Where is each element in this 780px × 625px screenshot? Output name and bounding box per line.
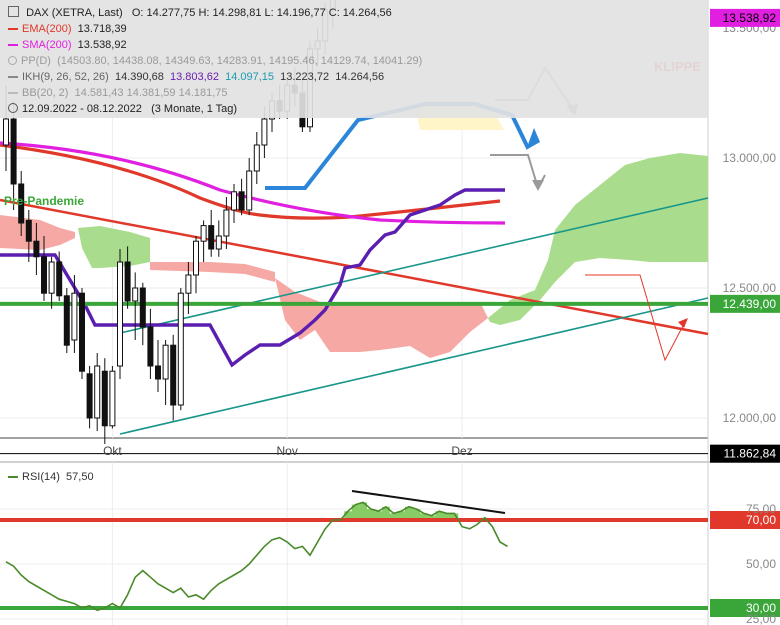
date-tick-label: Okt [103, 444, 122, 458]
candle-body [170, 344, 177, 406]
candle-body [109, 370, 116, 427]
level-tag-4-label: 12.439,00 [723, 297, 777, 311]
candle-body [71, 292, 78, 341]
ikh-swatch-icon [8, 76, 18, 79]
rsi-value: 57,50 [66, 471, 94, 483]
pp-hidden-icon [8, 56, 17, 65]
candle-body [253, 144, 260, 172]
ikh-value-4: 13.223,72 [280, 71, 330, 83]
rsi-legend[interactable]: RSI(14) 57,50 [8, 471, 94, 483]
candle-body [162, 344, 169, 380]
pp-label: PP(D) [21, 55, 51, 67]
chart-root: KLIPPEPre-Pandemie 12.000,0012.500,0013.… [0, 0, 780, 625]
ikh-value-3: 14.097,15 [225, 71, 275, 83]
price-tick-label: 12.000,00 [723, 411, 777, 425]
candle-body [41, 256, 47, 294]
legend-symbol-row: DAX (XETRA, Last) O: 14.277,75 H: 14.298… [8, 6, 392, 19]
candle-body [147, 326, 154, 367]
sma-value: 13.538,92 [77, 39, 127, 51]
bb-label: BB(20, 2) [22, 87, 69, 99]
pp-values: (14503.80, 14438.08, 14349.63, 14283.91,… [57, 55, 423, 67]
rsi-swatch-icon [8, 476, 18, 479]
candle-body [10, 118, 17, 185]
clock-icon [8, 103, 18, 113]
candle-body [124, 261, 131, 302]
candle-body [185, 274, 192, 294]
candle-body [223, 209, 230, 237]
candle [79, 288, 85, 379]
sma-label: SMA(200) [22, 39, 72, 51]
bb-values: 14.581,43 14.381,59 14.181,75 [74, 87, 228, 99]
period: (3 Monate, 1 Tag) [151, 103, 238, 115]
legend-bb-row[interactable]: BB(20, 2) 14.581,43 14.381,59 14.181,75 [8, 87, 228, 99]
candle-body [139, 287, 146, 328]
candle-body [177, 292, 184, 406]
candle-body [79, 292, 85, 372]
level-tag-5-label: 11.862,84 [724, 447, 777, 461]
price-tick-label: 12.500,00 [723, 281, 777, 295]
candle-body [3, 118, 9, 146]
candle [177, 288, 184, 411]
sma-swatch-icon [8, 44, 18, 47]
candle-body [33, 240, 40, 258]
candle-body [155, 365, 161, 380]
candle [63, 288, 70, 353]
legend-range-row: 12.09.2022 - 08.12.2022 (3 Monate, 1 Tag… [8, 103, 237, 115]
date-tick-label: Dez [451, 444, 472, 458]
legend-ikh-row[interactable]: IKH(9, 26, 52, 26) 14.390,68 13.803,62 1… [8, 71, 384, 83]
candle-body [86, 373, 93, 419]
candle-body [117, 261, 123, 367]
ema-swatch-icon [8, 28, 18, 31]
ikh-value-2: 13.803,62 [170, 71, 219, 83]
candle-body [200, 225, 207, 242]
legend-panel: DAX (XETRA, Last) O: 14.277,75 H: 14.298… [0, 0, 708, 118]
candle-body [94, 365, 101, 419]
price-tick-label: 13.000,00 [723, 151, 777, 165]
rsi-tick-label: 50,00 [746, 557, 776, 571]
date-tick-label: Nov [277, 444, 298, 458]
collapse-icon[interactable] [8, 6, 19, 17]
ikh-value-5: 14.264,56 [335, 71, 385, 83]
legend-pp-row[interactable]: PP(D) (14503.80, 14438.08, 14349.63, 142… [8, 55, 422, 67]
candle-body [63, 295, 70, 346]
rsi-tick-label: 25,00 [746, 612, 776, 625]
candle-body [132, 287, 139, 302]
rsi-label: RSI(14) [22, 471, 60, 483]
date-range: 12.09.2022 - 08.12.2022 [22, 103, 142, 115]
candle-body [101, 370, 108, 427]
candle-body [56, 261, 63, 297]
rsi-tick-label: 75,00 [746, 502, 776, 516]
ikh-value-1: 14.390,68 [114, 71, 164, 83]
legend-ema-row[interactable]: EMA(200) 13.718,39 [8, 23, 127, 35]
candle-body [238, 191, 245, 211]
candle-body [193, 240, 199, 276]
ohlc-values: O: 14.277,75 H: 14.298,81 L: 14.196,77 C… [131, 7, 392, 19]
candle [117, 249, 123, 379]
pre-pandemie-label: Pre-Pandemie [4, 194, 84, 208]
symbol-name: DAX (XETRA, Last) [26, 7, 123, 19]
candle-body [208, 225, 215, 250]
ema-label: EMA(200) [22, 23, 72, 35]
candle-body [25, 219, 32, 242]
candle-body [215, 235, 222, 250]
bb-swatch-icon [8, 92, 18, 95]
candle [109, 366, 116, 429]
legend-sma-row[interactable]: SMA(200) 13.538,92 [8, 39, 127, 51]
ikh-label: IKH(9, 26, 52, 26) [22, 71, 109, 83]
candle-body [231, 191, 237, 211]
candle-body [48, 261, 55, 294]
price-tag-1-label: 13.538,92 [723, 11, 777, 25]
candle-body [261, 118, 268, 146]
candle-body [246, 170, 253, 211]
ema-value: 13.718,39 [77, 23, 127, 35]
